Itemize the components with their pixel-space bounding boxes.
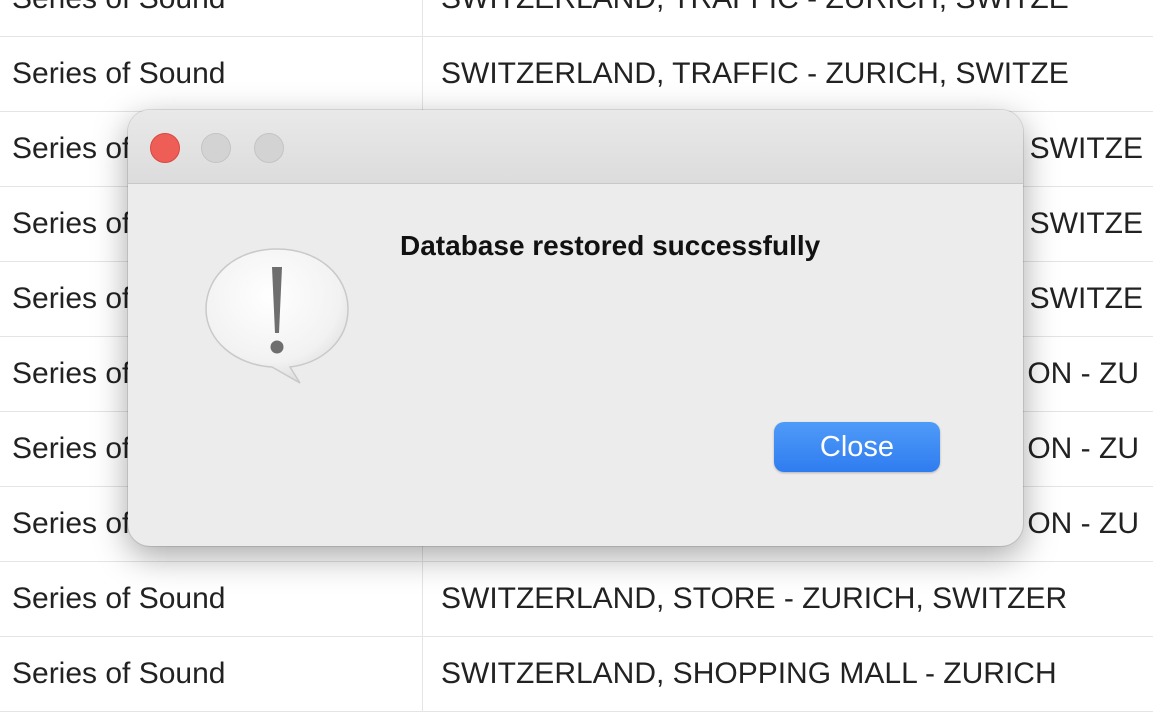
description-text: ON - ZU bbox=[1027, 507, 1139, 540]
table-row[interactable]: Series of Sound SWITZERLAND, TRAFFIC - Z… bbox=[0, 37, 1153, 112]
description-cell: SWITZERLAND, STORE - ZURICH, SWITZER bbox=[441, 582, 1068, 615]
table-row[interactable]: Series of Sound SWITZERLAND, STORE - ZUR… bbox=[0, 562, 1153, 637]
table-row[interactable]: Series of Sound SWITZERLAND, SHOPPING MA… bbox=[0, 637, 1153, 712]
description-text: SWITZE bbox=[1029, 207, 1143, 240]
description-cell: SWITZERLAND, TRAFFIC - ZURICH, SWITZE bbox=[441, 57, 1069, 90]
description-text: ON - ZU bbox=[1027, 357, 1139, 390]
description-cell: SWITZERLAND, SHOPPING MALL - ZURICH bbox=[441, 657, 1057, 690]
alert-caution-icon bbox=[198, 245, 356, 385]
series-cell: Series of Sound bbox=[0, 562, 423, 636]
description-text: SWITZE bbox=[1029, 132, 1143, 165]
series-cell: Series of Sound bbox=[0, 0, 423, 36]
series-cell: Series of Sound bbox=[0, 637, 423, 711]
alert-dialog: Database restored successfully Close bbox=[128, 110, 1023, 546]
window-close-dot[interactable] bbox=[150, 133, 180, 163]
window-zoom-dot bbox=[254, 133, 284, 163]
description-text: SWITZE bbox=[1029, 282, 1143, 315]
window-minimize-dot bbox=[201, 133, 231, 163]
close-button[interactable]: Close bbox=[774, 422, 940, 472]
description-cell: SWITZERLAND, TRAFFIC - ZURICH, SWITZE bbox=[423, 0, 1153, 36]
description-text: ON - ZU bbox=[1027, 432, 1139, 465]
dialog-titlebar bbox=[128, 110, 1023, 184]
table-row[interactable]: Series of Sound SWITZERLAND, TRAFFIC - Z… bbox=[0, 0, 1153, 37]
dialog-message: Database restored successfully bbox=[400, 230, 821, 261]
series-cell: Series of Sound bbox=[0, 37, 423, 111]
